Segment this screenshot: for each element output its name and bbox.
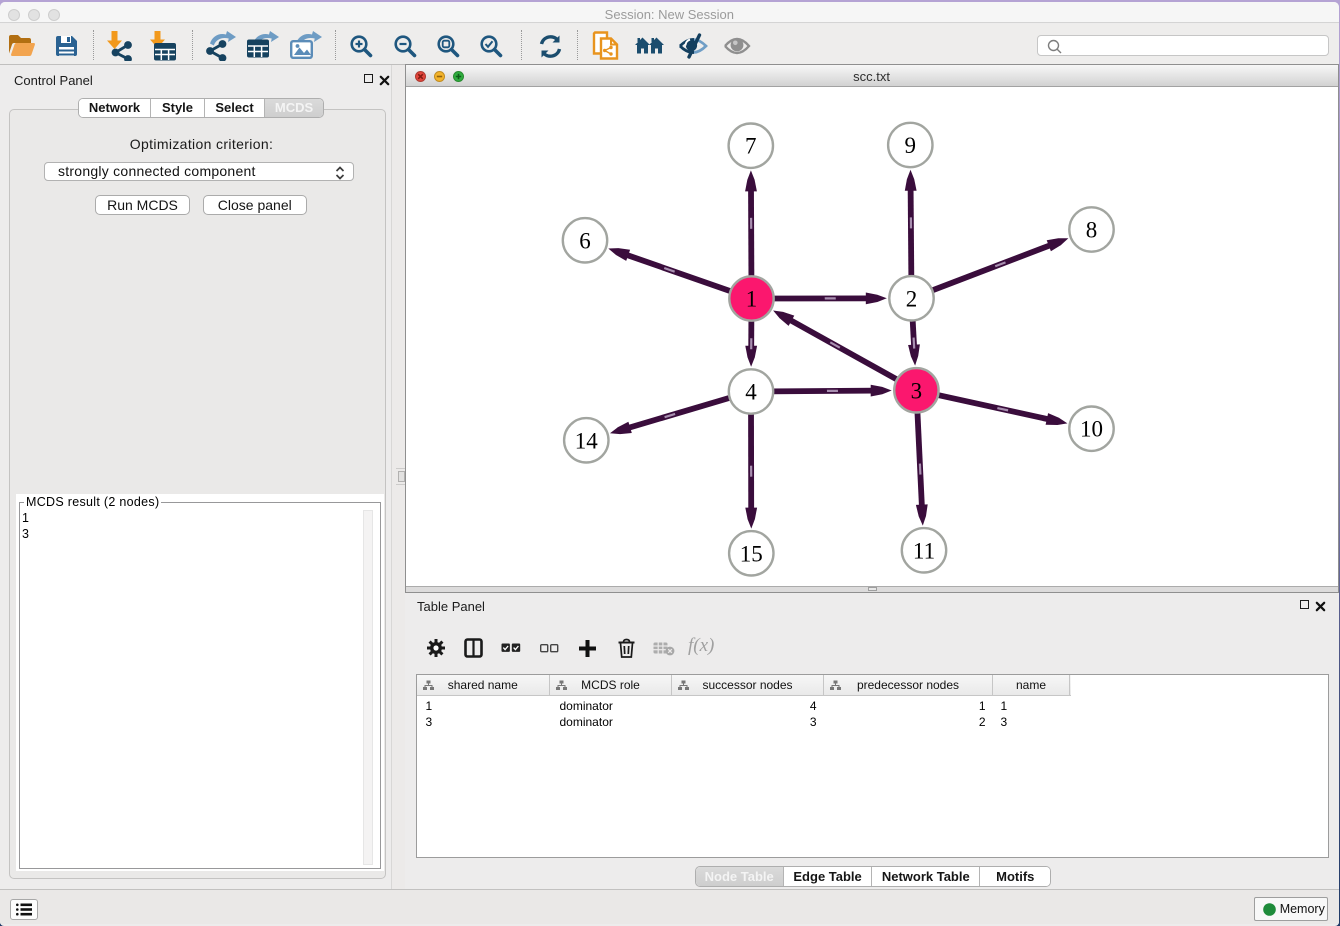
svg-text:11: 11 (912, 538, 934, 563)
svg-text:10: 10 (1080, 417, 1103, 442)
svg-text:3: 3 (910, 378, 922, 403)
svg-text:6: 6 (579, 228, 591, 253)
svg-text:7: 7 (745, 134, 757, 159)
svg-text:9: 9 (904, 133, 916, 158)
svg-text:1: 1 (745, 287, 757, 312)
svg-text:8: 8 (1085, 218, 1097, 243)
svg-text:15: 15 (739, 541, 762, 566)
svg-text:2: 2 (905, 286, 917, 311)
svg-text:14: 14 (574, 428, 598, 453)
svg-text:4: 4 (745, 380, 757, 405)
